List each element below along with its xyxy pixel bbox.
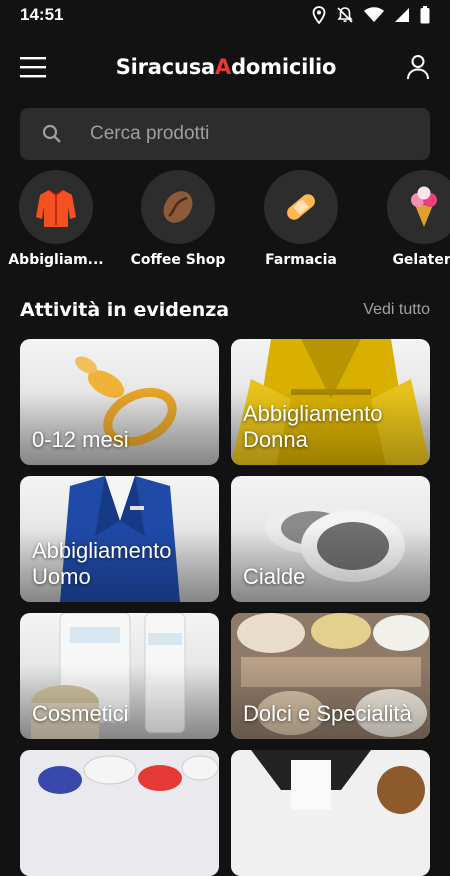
coffee-bean-icon [163, 191, 193, 223]
app-bar: SiracusaAdomicilio [0, 30, 450, 104]
battery-icon [420, 6, 430, 24]
card-abbigliamento-donna[interactable]: Abbigliamento Donna [231, 339, 430, 465]
mute-bell-icon [337, 7, 353, 23]
card-title: Cosmetici [32, 701, 129, 726]
category-gelateria[interactable]: Gelateri [369, 170, 450, 268]
card-cialde[interactable]: Cialde [231, 476, 430, 602]
card-drinks[interactable] [231, 750, 430, 876]
status-bar: 14:51 [0, 0, 450, 30]
category-label: Gelateri [392, 252, 450, 268]
signal-icon [395, 8, 409, 22]
category-label: Farmacia [265, 252, 337, 268]
category-farmacia[interactable]: Farmacia [246, 170, 356, 268]
card-title: Abbigliamento Donna [243, 401, 383, 452]
category-carousel[interactable]: Abbigliam... Coffee Shop Farmacia Gelate… [0, 170, 450, 280]
logo-accent: A [215, 55, 232, 79]
search-bar[interactable] [20, 108, 430, 160]
card-cosmetici[interactable]: Cosmetici [20, 613, 219, 739]
category-circle [264, 170, 338, 244]
status-icons [312, 6, 430, 24]
featured-header: Attività in evidenza Vedi tutto [20, 296, 430, 324]
pills-image [20, 750, 219, 876]
card-dolci-specialita[interactable]: Dolci e Specialità [231, 613, 430, 739]
search-input[interactable] [88, 122, 392, 146]
card-pills[interactable] [20, 750, 219, 876]
see-all-link[interactable]: Vedi tutto [363, 301, 430, 319]
category-label: Abbigliam... [8, 252, 104, 268]
search-icon [42, 124, 61, 143]
bandage-icon [287, 194, 315, 220]
card-title: 0-12 mesi [32, 427, 129, 452]
wifi-icon [364, 7, 384, 22]
app-logo[interactable]: SiracusaAdomicilio [116, 55, 337, 79]
category-abbigliamento[interactable]: Abbigliam... [1, 170, 111, 268]
card-abbigliamento-uomo[interactable]: Abbigliamento Uomo [20, 476, 219, 602]
card-title: Abbigliamento Uomo [32, 538, 172, 589]
category-circle [387, 170, 450, 244]
ice-cream-icon [411, 186, 437, 227]
section-title: Attività in evidenza [20, 299, 230, 321]
category-circle [141, 170, 215, 244]
category-circle [19, 170, 93, 244]
card-0-12-mesi[interactable]: 0-12 mesi [20, 339, 219, 465]
jacket-icon [36, 189, 76, 227]
logo-part2: domicilio [231, 55, 337, 79]
card-title: Cialde [243, 564, 306, 589]
category-coffee-shop[interactable]: Coffee Shop [123, 170, 233, 268]
user-icon[interactable] [406, 54, 430, 80]
card-title: Dolci e Specialità [243, 701, 412, 726]
category-label: Coffee Shop [130, 252, 226, 268]
drinks-image [231, 750, 430, 876]
logo-part1: Siracusa [115, 55, 216, 79]
menu-icon[interactable] [20, 56, 46, 78]
status-time: 14:51 [20, 5, 64, 24]
location-icon [312, 6, 326, 24]
